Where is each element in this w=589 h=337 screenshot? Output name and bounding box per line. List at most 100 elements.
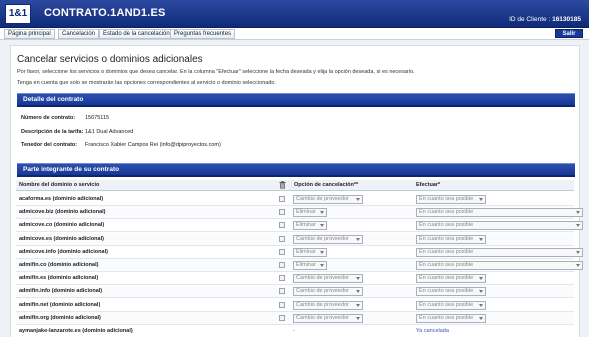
chevron-down-icon (356, 303, 360, 307)
cancellation-option-value: Cambio de proveedor (296, 196, 349, 202)
effect-date-select[interactable]: En cuanto sea posible (416, 287, 486, 297)
cancellation-option-value: Eliminar (296, 262, 316, 268)
select-checkbox[interactable] (279, 196, 285, 202)
cancellation-option-select[interactable]: Cambio de proveedor (293, 313, 363, 323)
domain-name: admifin.co (dominio adicional) (19, 262, 99, 268)
table-header: Nombre del dominio o servicio Opción de … (16, 180, 574, 191)
nav-faq[interactable]: Preguntas frecuentes (170, 29, 236, 39)
effect-date-select[interactable]: En cuanto sea posible (416, 274, 486, 284)
already-cancelled-status: Ya cancelada (416, 328, 449, 334)
select-checkbox[interactable] (279, 209, 285, 216)
client-id: ID de Cliente : 16130185 (509, 16, 581, 23)
nav-cancellation-status[interactable]: Estado de la cancelación (99, 29, 174, 39)
page-title: Cancelar servicios o dominios adicionale… (17, 54, 203, 65)
cancellation-option-select[interactable]: Cambio de proveedor (293, 234, 363, 244)
cancellation-option-select[interactable]: Cambio de proveedor (293, 195, 363, 204)
effect-date-value: En cuanto sea posible (419, 314, 474, 321)
chevron-down-icon (356, 316, 360, 320)
intro-text-2: Tenga en cuenta que solo se mostrarán la… (17, 80, 276, 86)
intro-text-1: Por favor, seleccione los servicios o do… (17, 69, 415, 75)
effect-date-select[interactable]: En cuanto sea posible (416, 208, 583, 218)
cancellation-option-value: Eliminar (296, 209, 316, 216)
chevron-down-icon (356, 277, 360, 281)
nav-cancellation[interactable]: Cancelación (58, 29, 100, 39)
cancellation-option-value: Cambio de proveedor (296, 288, 349, 295)
domain-name: admicove.info (dominio adicional) (19, 248, 108, 255)
cancellation-option-select[interactable]: Eliminar (293, 208, 327, 218)
effect-date-select[interactable]: En cuanto sea posible (416, 195, 486, 204)
select-checkbox[interactable] (279, 288, 285, 295)
table-row: aymanjake-lanzarote.es (dominio adiciona… (16, 325, 574, 337)
effect-date-value: En cuanto sea posible (419, 288, 474, 295)
chevron-down-icon (479, 277, 483, 281)
cancellation-option-select[interactable]: Eliminar (293, 261, 327, 270)
effect-date-select[interactable]: En cuanto sea posible (416, 261, 583, 270)
cancellation-option-select[interactable]: Cambio de proveedor (293, 287, 363, 297)
chevron-down-icon (320, 250, 324, 254)
effect-date-select[interactable]: En cuanto sea posible (416, 221, 583, 231)
table-row: admifin.info (dominio adicional) Cambio d… (16, 285, 574, 299)
effect-date-value: En cuanto sea posible (419, 196, 474, 202)
select-checkbox[interactable] (279, 262, 285, 268)
cancellation-option-value: Eliminar (296, 222, 316, 229)
chevron-down-icon (320, 264, 324, 267)
nav-home[interactable]: Página principal (4, 29, 55, 39)
col-effect: Efectuar* (416, 182, 441, 188)
select-checkbox[interactable] (279, 235, 285, 242)
cancellation-option-select[interactable]: Eliminar (293, 221, 327, 231)
client-id-value: 16130185 (552, 16, 581, 23)
chevron-down-icon (576, 211, 580, 215)
cancellation-option-select[interactable]: Cambio de proveedor (293, 274, 363, 284)
chevron-down-icon (576, 250, 580, 254)
option-empty: - (293, 328, 295, 334)
col-domain: Nombre del dominio o servicio (19, 182, 100, 188)
table-row: admicove.biz (dominio adicional) Eliminar… (16, 206, 583, 220)
effect-date-value: En cuanto sea posible (419, 275, 474, 282)
select-checkbox[interactable] (279, 275, 285, 282)
domain-name: admifin.net (dominio adicional) (19, 301, 101, 308)
effect-date-value: En cuanto sea posible (419, 222, 474, 229)
effect-date-select[interactable]: En cuanto sea posible (416, 234, 486, 244)
table-row: admifin.co (dominio adicional) Eliminar En… (16, 259, 583, 272)
domain-name: admicove.co (dominio adicional) (19, 222, 105, 229)
col-option: Opción de cancelación** (294, 182, 359, 188)
cancellation-option-select[interactable]: Eliminar (293, 247, 327, 257)
effect-date-value: En cuanto sea posible (419, 248, 474, 255)
select-checkbox[interactable] (279, 222, 285, 229)
select-checkbox[interactable] (279, 314, 285, 321)
cancellation-option-value: Eliminar (296, 248, 316, 255)
chevron-down-icon (479, 237, 483, 241)
cancellation-option-value: Cambio de proveedor (296, 235, 349, 242)
table-row: admicove.co (dominio adicional) Eliminar E… (16, 219, 583, 233)
select-checkbox[interactable] (279, 301, 285, 308)
domain-name: admicove.biz (dominio adicional) (19, 209, 106, 216)
domain-name: admifin.info (dominio adicional) (19, 288, 103, 295)
contract-items-heading: Parte integrante de su contrato (17, 163, 575, 177)
domain-name: aymanjake-lanzarote.es (dominio adiciona… (19, 328, 133, 334)
chevron-down-icon (320, 211, 324, 215)
logout-button[interactable]: Salir (555, 29, 583, 38)
chevron-down-icon (356, 198, 360, 201)
cancellation-option-value: Cambio de proveedor (296, 301, 349, 308)
chevron-down-icon (479, 290, 483, 294)
chevron-down-icon (320, 224, 324, 228)
table-row: admicove.es (dominio adicional) Cambio de… (16, 232, 574, 246)
cancellation-option-value: Cambio de proveedor (296, 275, 349, 282)
domain-name: admicove.es (dominio adicional) (19, 235, 104, 242)
table-row: admifin.es (dominio adicional) Cambio de … (16, 272, 574, 286)
domain-name: admifin.org (dominio adicional) (19, 314, 101, 321)
effect-date-value: En cuanto sea posible (419, 301, 474, 308)
select-checkbox[interactable] (279, 248, 285, 255)
brand-logo: 1&1 (5, 4, 31, 24)
main-nav: Página principal Cancelación Estado de l… (0, 28, 589, 40)
chevron-down-icon (479, 303, 483, 307)
effect-date-select[interactable]: En cuanto sea posible (416, 313, 486, 323)
table-row: admifin.org (dominio adicional) Cambio de… (16, 311, 574, 325)
domain-name: admifin.es (dominio adicional) (19, 275, 99, 282)
client-id-label: ID de Cliente : (509, 16, 551, 23)
effect-date-select[interactable]: En cuanto sea posible (416, 300, 486, 310)
cancellation-option-select[interactable]: Cambio de proveedor (293, 300, 363, 310)
effect-date-value: En cuanto sea posible (419, 209, 474, 216)
effect-date-select[interactable]: En cuanto sea posible (416, 247, 583, 257)
effect-date-value: En cuanto sea posible (419, 235, 474, 242)
